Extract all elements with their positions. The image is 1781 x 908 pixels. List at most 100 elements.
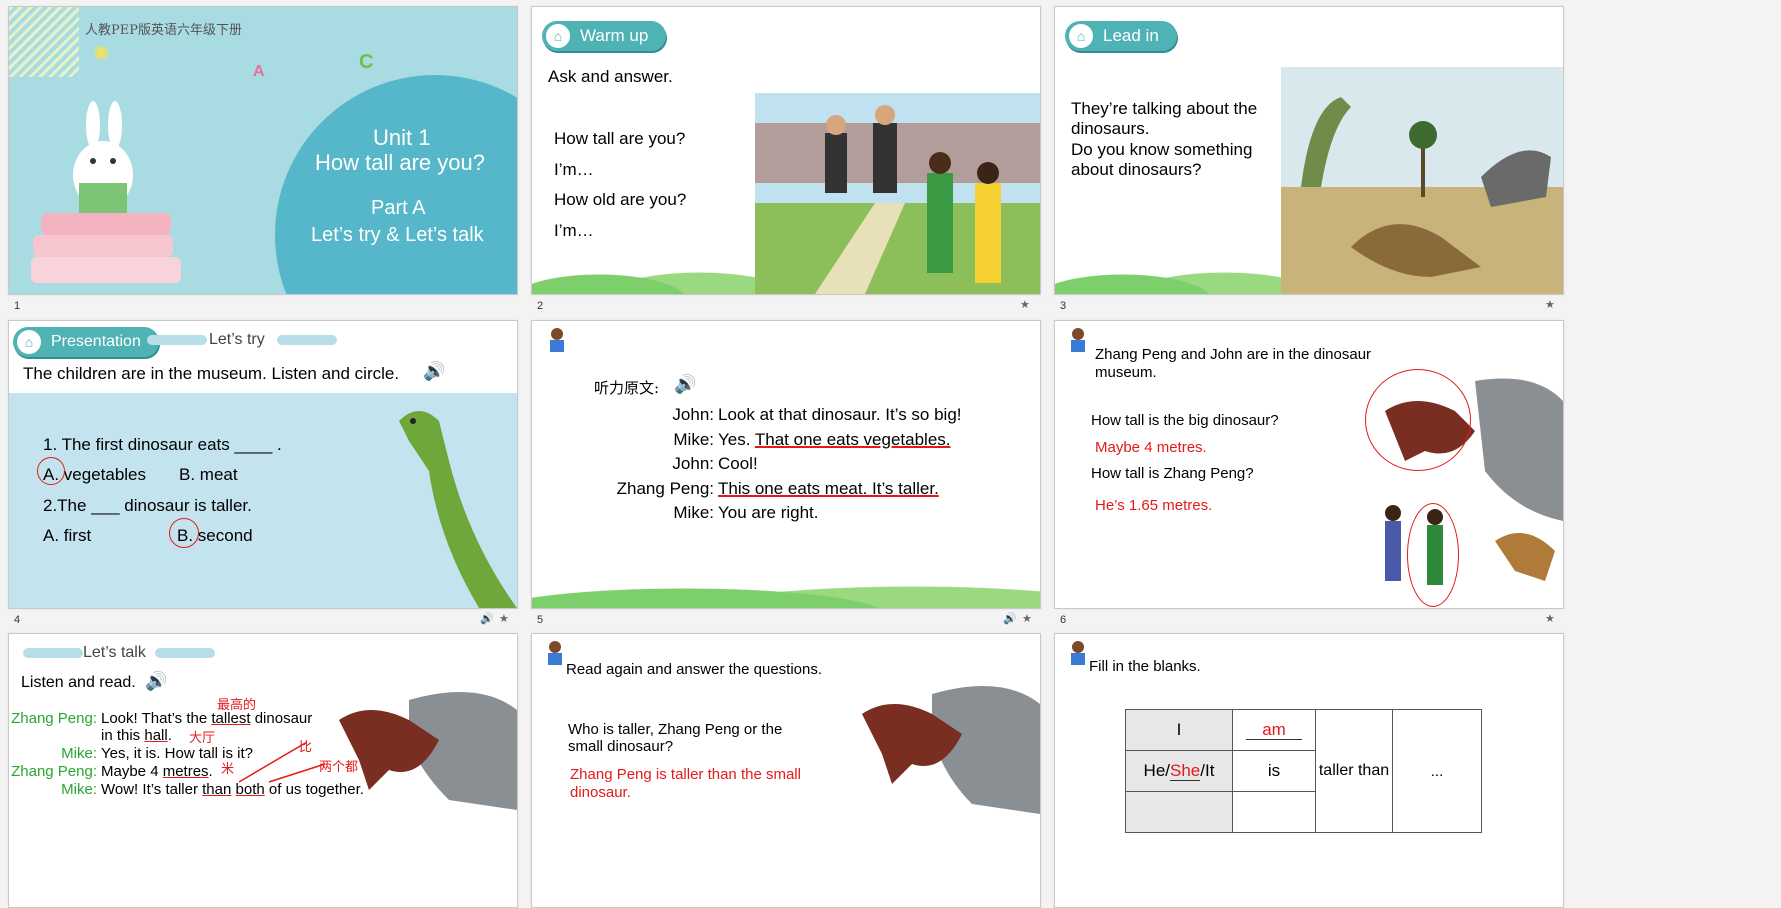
- question-1: How tall is the big dinosaur?: [1091, 412, 1279, 429]
- cell-verb-am: am: [1232, 709, 1316, 751]
- answer-line-2: dinosaur.: [570, 784, 631, 801]
- slide-8[interactable]: Read again and answer the questions. Who…: [531, 633, 1041, 908]
- answer-2: I’m…: [554, 221, 594, 240]
- instruction: Listen and read.: [21, 674, 136, 691]
- title-circle: [275, 75, 517, 294]
- star-icon[interactable]: ★: [1545, 612, 1555, 625]
- children-park-image: [755, 93, 1040, 294]
- cell-taller-than: taller than: [1315, 709, 1393, 833]
- slide-3-number: 3: [1060, 300, 1067, 312]
- dinosaur-museum-image: [1281, 67, 1563, 294]
- ground-decoration: [1055, 254, 1281, 294]
- zhang-peng-circle: [1407, 503, 1459, 607]
- slide-title: How tall are you?: [315, 150, 485, 175]
- answer-1: Maybe 4 metres.: [1095, 439, 1207, 456]
- slide-2[interactable]: ⌂ Warm up Ask and answer. How tall are yo…: [531, 6, 1041, 295]
- line-2: Yes. That one eats vegetables.: [718, 430, 951, 449]
- dinosaur-illustration: [862, 686, 1040, 814]
- boy-reading-icon: [548, 641, 562, 665]
- boy-reading-icon: [550, 328, 564, 352]
- warm-up-tag: ⌂ Warm up: [542, 21, 667, 51]
- speaker-john-2: John:: [672, 454, 714, 473]
- boy-reading-icon: [1071, 641, 1085, 665]
- slide-5-number: 5: [537, 614, 544, 626]
- cloud-right: [155, 648, 215, 658]
- star-icon[interactable]: ★: [1545, 298, 1555, 311]
- text-line-2: dinosaurs.: [1071, 119, 1150, 138]
- text-line-1: They’re talking about the: [1071, 99, 1258, 118]
- speaker-mike-1: Mike:: [61, 745, 97, 762]
- question-line-1: Who is taller, Zhang Peng or the: [568, 721, 783, 738]
- deco-letter-c: C: [359, 51, 374, 73]
- slide-1-stripes: [9, 7, 79, 77]
- note-hall: 大厅: [189, 731, 216, 746]
- cell-verb-is: is: [1232, 750, 1316, 792]
- sound-icon[interactable]: 🔊: [674, 374, 696, 395]
- answer-2: He’s 1.65 metres.: [1095, 497, 1213, 514]
- house-icon: ⌂: [546, 24, 570, 48]
- answer-line-1: Zhang Peng is taller than the small: [570, 766, 801, 783]
- question-1: 1. The first dinosaur eats ____ .: [43, 435, 282, 454]
- speaker-zhang-peng-2: Zhang Peng:: [11, 763, 97, 780]
- lead-in-tag: ⌂ Lead in: [1065, 21, 1177, 51]
- cloud-left: [147, 335, 207, 345]
- slide-1[interactable]: 人教PEP版英语六年级下册 ✺ A C Unit 1 How tall are …: [8, 6, 518, 295]
- section-title: Let’s try: [209, 331, 265, 348]
- cell-empty-subject: [1125, 791, 1233, 833]
- presentation-tag: ⌂ Presentation: [13, 327, 159, 357]
- boy-reading-icon: [1071, 328, 1085, 352]
- line-5: You are right.: [718, 503, 819, 522]
- cloud-left: [23, 648, 83, 658]
- answer-circle-q1: [37, 457, 65, 485]
- slide-5[interactable]: 听力原文: 🔊 John: Look at that dinosaur. It’…: [531, 320, 1041, 609]
- big-dinosaur-circle: [1365, 369, 1471, 471]
- star-icon[interactable]: ★: [1022, 612, 1032, 625]
- cell-subject-he-she-it: He/She/It: [1125, 750, 1233, 792]
- rabbit-books-illustration: [31, 101, 181, 283]
- cell-subject-i: I: [1125, 709, 1233, 751]
- answer-circle-q2: [169, 518, 199, 548]
- cell-ellipsis: ...: [1392, 709, 1482, 833]
- sound-icon[interactable]: 🔊: [145, 671, 167, 692]
- question-2: How old are you?: [554, 190, 687, 209]
- speaker-mike-2: Mike:: [61, 781, 97, 798]
- answer-1: I’m…: [554, 160, 594, 179]
- sound-icon[interactable]: 🔊: [423, 361, 445, 382]
- dinosaur-illustration: [339, 692, 517, 810]
- slide-6[interactable]: Zhang Peng and John are in the dinosaur …: [1054, 320, 1564, 609]
- q1-option-b: B. meat: [179, 465, 238, 484]
- speaker-zhang-peng: Zhang Peng:: [616, 479, 714, 498]
- line-1: Look at that dinosaur. It’s so big!: [718, 405, 962, 424]
- intro-line-2: museum.: [1095, 364, 1157, 381]
- speaker-mike-2: Mike:: [673, 503, 714, 522]
- house-icon: ⌂: [17, 330, 41, 354]
- speaker-john-1: John:: [672, 405, 714, 424]
- cloud-right: [277, 335, 337, 345]
- star-icon[interactable]: ★: [1020, 298, 1030, 311]
- cell-empty-verb: [1232, 791, 1316, 833]
- speaker-zhang-peng-1: Zhang Peng:: [11, 710, 97, 727]
- slide-3[interactable]: ⌂ Lead in They’re talking about the dinos…: [1054, 6, 1564, 295]
- speaker-mike-1: Mike:: [673, 430, 714, 449]
- instruction: Read again and answer the questions.: [566, 661, 823, 678]
- section-title: Let’s talk: [83, 644, 146, 661]
- question-line-2: small dinosaur?: [568, 738, 674, 755]
- question-1: How tall are you?: [554, 129, 686, 148]
- sound-indicator-icon[interactable]: 🔊: [480, 612, 494, 625]
- slide-4[interactable]: ⌂ Presentation Let’s try The children are…: [8, 320, 518, 609]
- star-icon[interactable]: ★: [499, 612, 509, 625]
- dinosaur-neck-illustration: [399, 411, 517, 608]
- instruction: The children are in the museum. Listen a…: [23, 364, 400, 383]
- slide-7[interactable]: Let’s talk Listen and read. 🔊 最高的 大厅 比 米…: [8, 633, 518, 908]
- transcript-label: 听力原文:: [594, 379, 660, 397]
- slide-2-number: 2: [537, 300, 544, 312]
- text-line-4: about dinosaurs?: [1071, 160, 1202, 179]
- question-2: 2.The ___ dinosaur is taller.: [43, 496, 252, 515]
- text-line-3: Do you know something: [1071, 140, 1253, 159]
- underlined-answer: That one eats vegetables.: [754, 430, 951, 449]
- slide-9[interactable]: Fill in the blanks. I am taller than ...…: [1054, 633, 1564, 908]
- line-1-cont: in this hall.: [101, 727, 172, 744]
- sound-indicator-icon[interactable]: 🔊: [1003, 612, 1017, 625]
- book-title: 人教PEP版英语六年级下册: [85, 23, 242, 38]
- instruction: Fill in the blanks.: [1089, 658, 1201, 675]
